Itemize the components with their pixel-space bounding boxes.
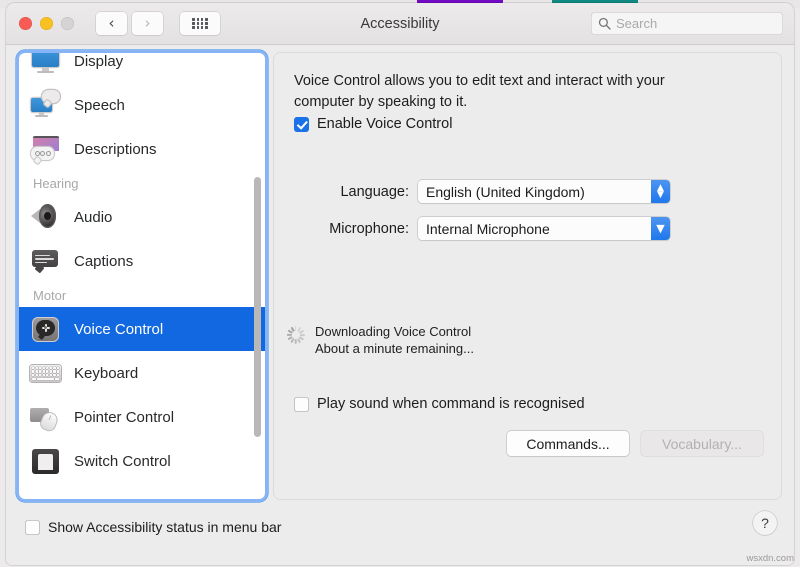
navigation-buttons: ‹ › — [96, 12, 163, 35]
language-value: English (United Kingdom) — [426, 183, 585, 200]
enable-voice-control-checkbox[interactable] — [294, 117, 309, 132]
play-sound-label: Play sound when command is recognised — [317, 396, 585, 412]
window-titlebar: ‹ › Accessibility Search — [6, 3, 794, 45]
watermark: wsxdn.com — [746, 553, 794, 564]
microphone-dropdown[interactable]: Internal Microphone ▼ — [418, 217, 670, 240]
system-preferences-window: ‹ › Accessibility Search Display Speech … — [6, 3, 794, 565]
show-all-button[interactable] — [180, 12, 220, 35]
sidebar-item-keyboard[interactable]: Keyboard — [19, 351, 265, 395]
download-title: Downloading Voice Control — [315, 324, 472, 339]
zoom-button — [61, 17, 74, 30]
sidebar-item-label: Speech — [74, 96, 125, 114]
keyboard-icon — [29, 357, 62, 390]
sidebar-item-voice-control[interactable]: Voice Control — [19, 307, 265, 351]
enable-voice-control-label: Enable Voice Control — [317, 116, 453, 132]
panel-buttons: Commands... Vocabulary... — [507, 431, 763, 456]
language-row: Language: English (United Kingdom) ▲ ▼ — [294, 180, 670, 203]
sidebar-item-label: Keyboard — [74, 364, 139, 382]
sidebar-item-label: Display — [74, 53, 124, 70]
show-status-label: Show Accessibility status in menu bar — [48, 519, 282, 535]
sidebar-item-display[interactable]: Display — [19, 53, 265, 83]
panel-description: Voice Control allows you to edit text an… — [294, 73, 665, 110]
search-placeholder: Search — [616, 16, 658, 31]
sidebar-group-motor: Motor — [33, 287, 67, 303]
accessibility-feature-list[interactable]: Display Speech Descriptions Hearing Audi… — [19, 53, 265, 499]
sidebar-item-label: Switch Control — [74, 452, 171, 470]
download-subtitle: About a minute remaining... — [315, 341, 474, 357]
microphone-row: Microphone: Internal Microphone ▼ — [294, 217, 670, 240]
sidebar-item-speech[interactable]: Speech — [19, 83, 265, 127]
preferences-content: Display Speech Descriptions Hearing Audi… — [6, 45, 794, 565]
language-dropdown[interactable]: English (United Kingdom) ▲ ▼ — [418, 180, 670, 203]
download-text: Downloading Voice Control About a minute… — [315, 323, 474, 358]
show-status-checkbox[interactable] — [25, 520, 40, 535]
help-icon[interactable]: ? — [753, 511, 777, 535]
play-sound-row[interactable]: Play sound when command is recognised — [294, 396, 585, 412]
pointer-control-icon — [29, 401, 62, 434]
chevron-up-down-icon: ▲ ▼ — [651, 180, 670, 203]
sidebar-item-pointer-control[interactable]: Pointer Control — [19, 395, 265, 439]
grid-icon — [192, 17, 208, 30]
back-button[interactable]: ‹ — [96, 12, 127, 35]
vocabulary-button: Vocabulary... — [641, 431, 763, 456]
close-button[interactable] — [19, 17, 32, 30]
download-status: Downloading Voice Control About a minute… — [286, 323, 474, 358]
sidebar-list: Display Speech Descriptions Hearing Audi… — [19, 53, 265, 483]
minimize-button[interactable] — [40, 17, 53, 30]
play-sound-checkbox[interactable] — [294, 397, 309, 412]
sidebar-item-label: Descriptions — [74, 140, 157, 158]
sidebar-item-label: Voice Control — [74, 320, 164, 338]
sidebar-item-label: Captions — [74, 252, 134, 270]
search-field[interactable]: Search — [591, 12, 783, 35]
window-footer: Show Accessibility status in menu bar ? — [6, 503, 794, 565]
sidebar-group-hearing: Hearing — [33, 175, 79, 191]
captions-icon — [29, 245, 62, 278]
microphone-value: Internal Microphone — [426, 220, 550, 237]
microphone-label: Microphone: — [329, 220, 409, 237]
descriptions-icon — [29, 133, 62, 166]
spinner-icon — [286, 325, 305, 344]
audio-icon — [29, 201, 62, 234]
sidebar-scrollbar[interactable] — [254, 177, 261, 437]
forward-button: › — [132, 12, 163, 35]
voice-control-panel: Voice Control allows you to edit text an… — [274, 53, 781, 499]
window-controls — [19, 17, 74, 30]
sidebar-item-label: Audio — [74, 208, 113, 226]
sidebar-item-switch-control[interactable]: Switch Control — [19, 439, 265, 483]
enable-voice-control-row[interactable]: Enable Voice Control — [294, 116, 452, 132]
switch-control-icon — [29, 445, 62, 478]
display-icon — [29, 53, 62, 78]
voice-control-icon — [29, 313, 62, 346]
commands-button[interactable]: Commands... — [507, 431, 629, 456]
sidebar-item-label: Pointer Control — [74, 408, 175, 426]
sidebar-item-audio[interactable]: Audio — [19, 195, 265, 239]
chevron-down-icon: ▼ — [651, 217, 670, 240]
speech-icon — [29, 89, 62, 122]
language-label: Language: — [340, 183, 409, 200]
sidebar-item-captions[interactable]: Captions — [19, 239, 265, 283]
sidebar-item-descriptions[interactable]: Descriptions — [19, 127, 265, 171]
search-icon — [598, 17, 611, 30]
show-status-row[interactable]: Show Accessibility status in menu bar — [25, 519, 281, 535]
